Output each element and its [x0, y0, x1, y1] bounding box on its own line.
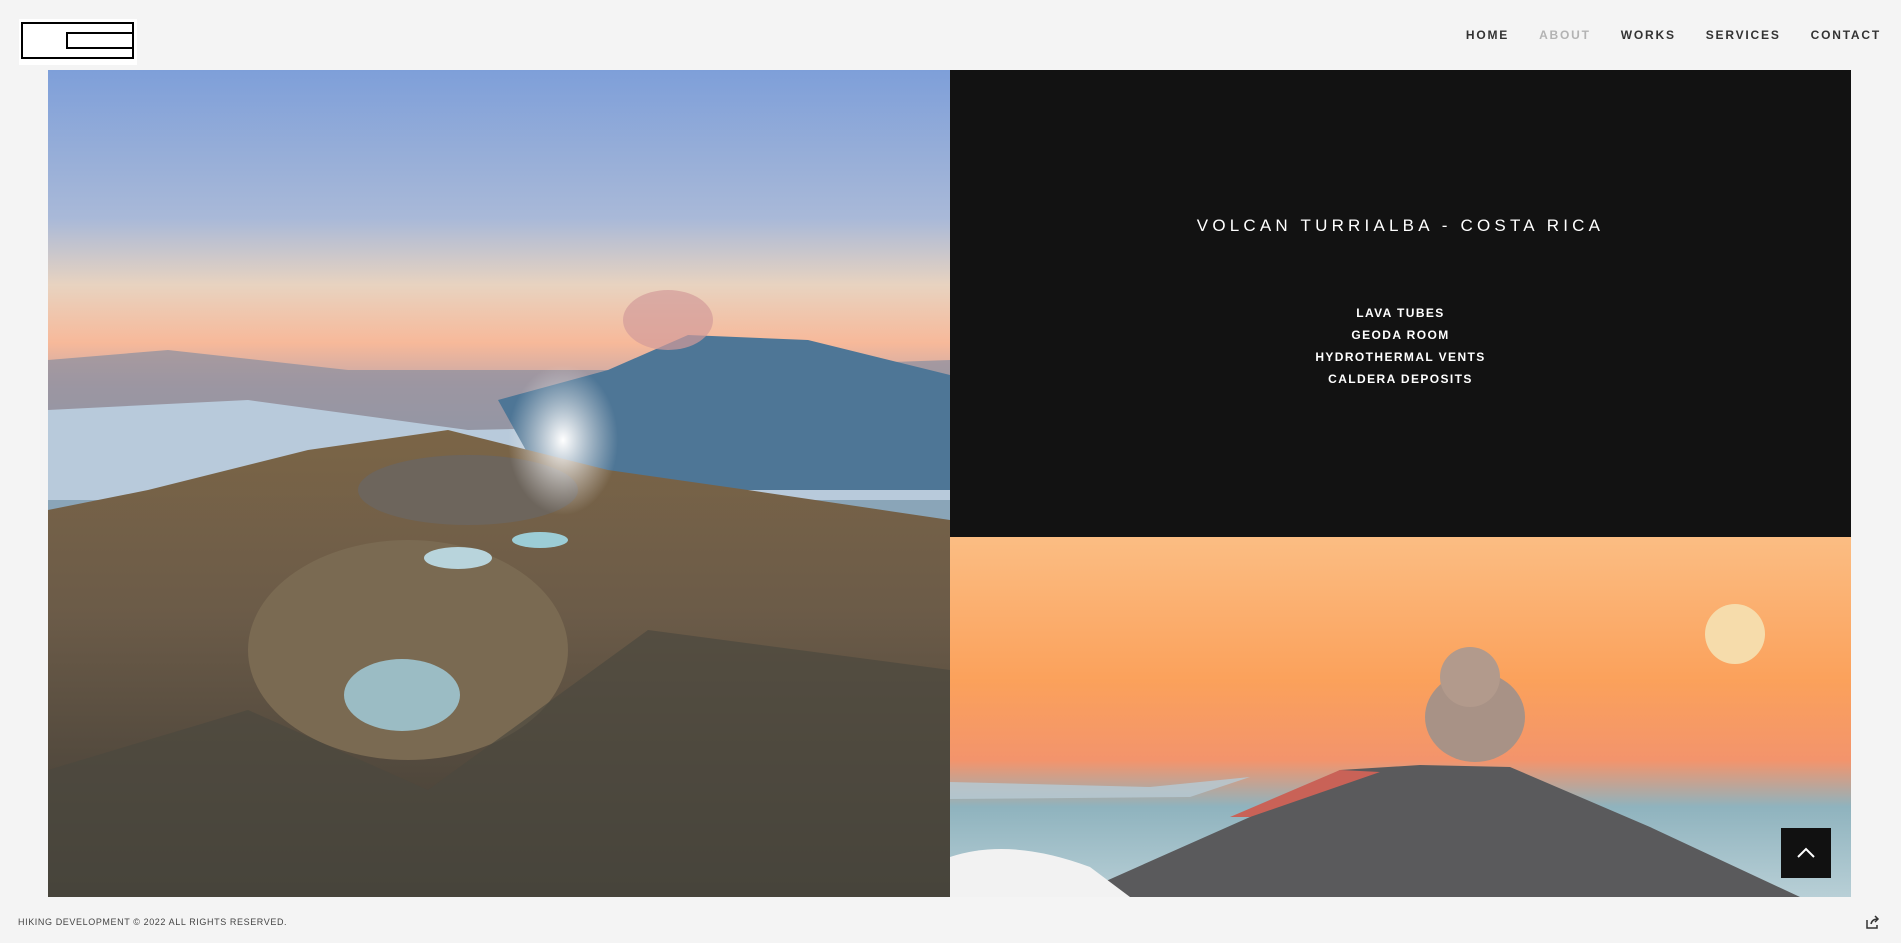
chevron-up-icon [1797, 847, 1815, 858]
main-nav: HOME ABOUT WORKS SERVICES CONTACT [1466, 28, 1881, 42]
nav-about[interactable]: ABOUT [1539, 28, 1591, 42]
site-footer: HIKING DEVELOPMENT © 2022 ALL RIGHTS RES… [0, 897, 1901, 943]
share-icon [1866, 915, 1880, 929]
nav-contact[interactable]: CONTACT [1811, 28, 1881, 42]
volcano-sunset-photo [950, 537, 1851, 897]
nav-services[interactable]: SERVICES [1706, 28, 1781, 42]
location-title: VOLCAN TURRIALBA - COSTA RICA [1196, 216, 1605, 235]
brand-logo[interactable] [19, 19, 137, 65]
feature-item: GEODA ROOM [1351, 328, 1450, 342]
scroll-top-button[interactable] [1781, 828, 1831, 878]
copyright-text: HIKING DEVELOPMENT © 2022 ALL RIGHTS RES… [18, 917, 288, 927]
nav-home[interactable]: HOME [1466, 28, 1509, 42]
feature-item: LAVA TUBES [1356, 306, 1445, 320]
site-header: HOME ABOUT WORKS SERVICES CONTACT [0, 0, 1901, 70]
feature-list: LAVA TUBES GEODA ROOM HYDROTHERMAL VENTS… [950, 302, 1851, 390]
nav-works[interactable]: WORKS [1621, 28, 1676, 42]
feature-item: HYDROTHERMAL VENTS [1315, 350, 1486, 364]
volcano-crater-photo [48, 70, 950, 897]
share-button[interactable] [1865, 914, 1881, 930]
feature-item: CALDERA DEPOSITS [1328, 372, 1473, 386]
info-panel: VOLCAN TURRIALBA - COSTA RICA LAVA TUBES… [950, 70, 1851, 537]
